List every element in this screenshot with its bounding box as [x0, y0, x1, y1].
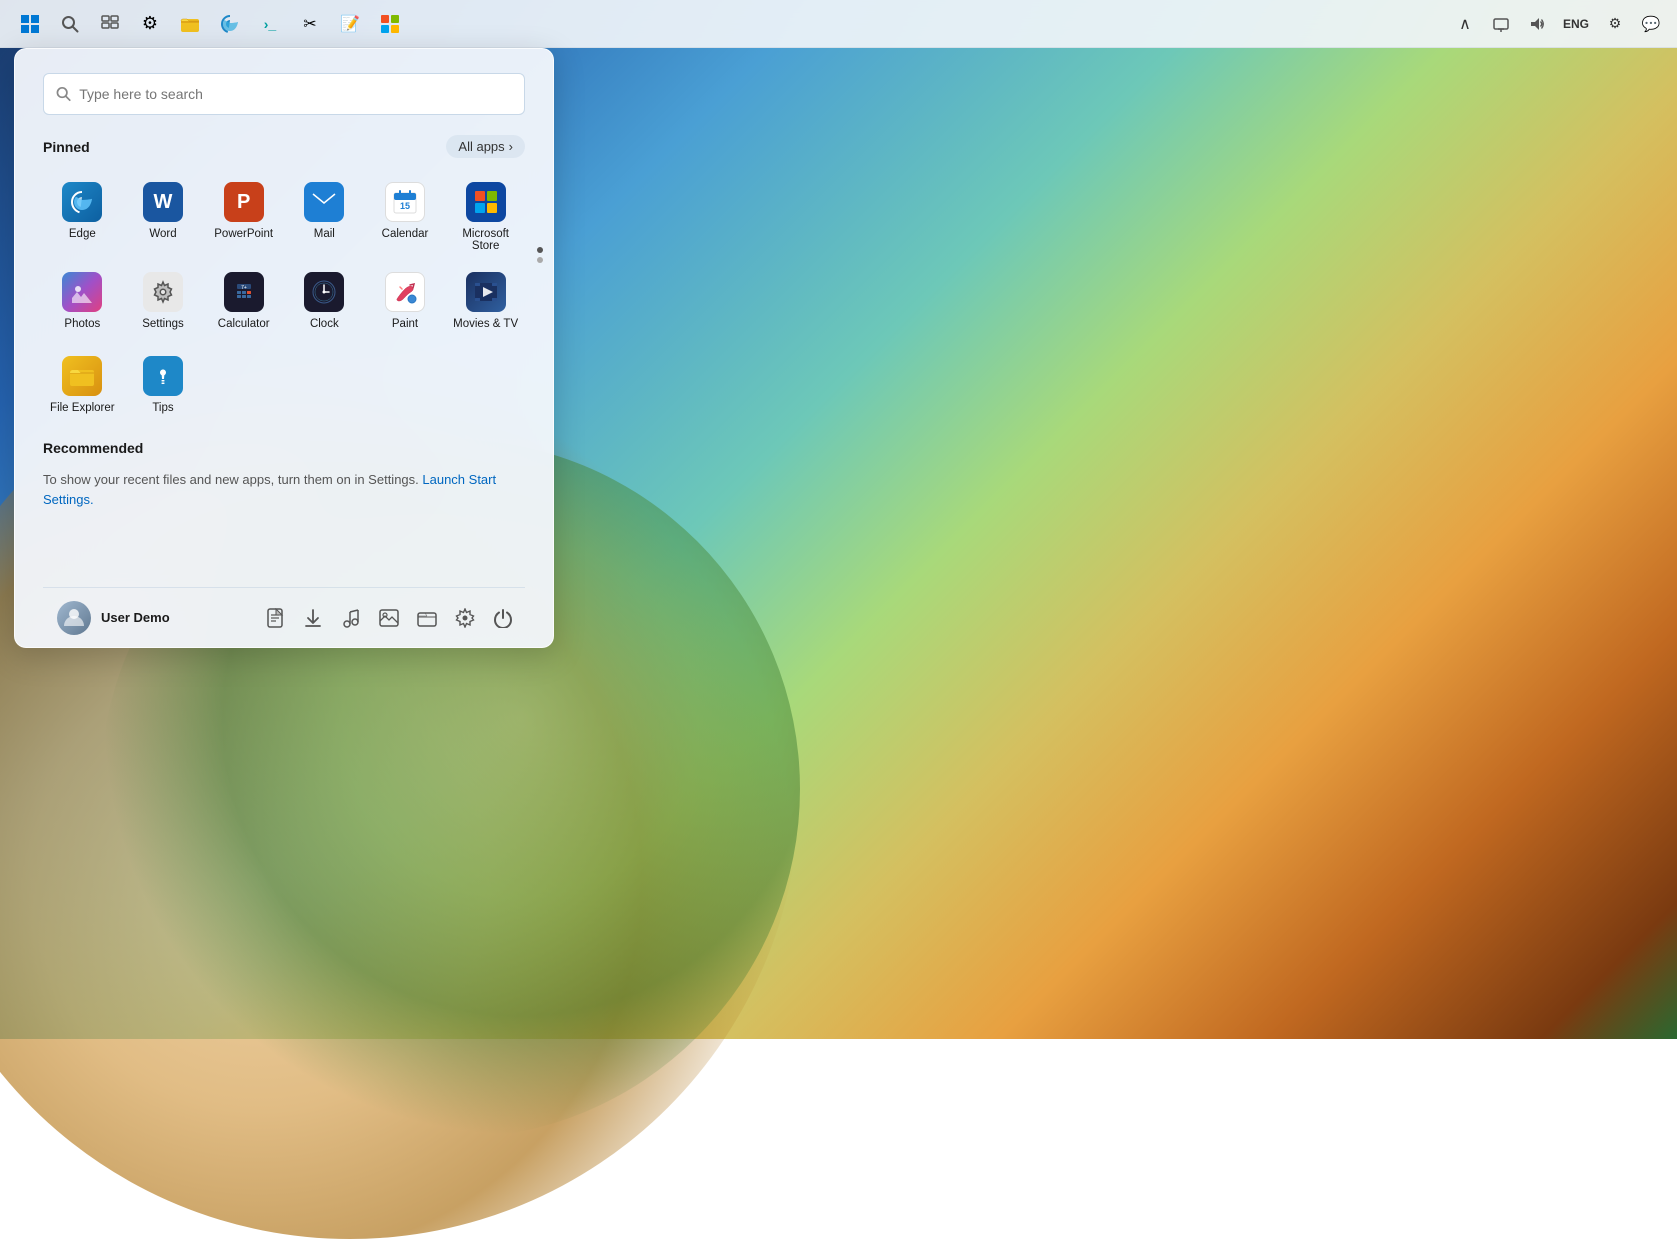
pictures-button[interactable] [371, 600, 407, 636]
taskbar: ⚙ ›_ ✂ 📝 ∧ [0, 0, 1677, 48]
movies-icon [466, 272, 506, 312]
edge-taskbar-button[interactable] [212, 6, 248, 42]
calendar-icon: 15 [385, 182, 425, 222]
search-taskbar-button[interactable] [52, 6, 88, 42]
paint-label: Paint [392, 318, 418, 330]
settings-label: Settings [142, 318, 184, 330]
settings-taskbar-button[interactable]: ⚙ [132, 6, 168, 42]
music-button[interactable] [333, 600, 369, 636]
start-menu: Pinned All apps › Edge W Word P P [14, 48, 554, 648]
app-clock[interactable]: Clock [285, 262, 364, 338]
calculator-icon: 7+ [224, 272, 264, 312]
file-explorer-label: File Explorer [50, 402, 115, 414]
app-store[interactable]: Microsoft Store [446, 172, 525, 260]
store-label: Microsoft Store [452, 228, 519, 252]
search-icon [56, 86, 71, 102]
downloads-button[interactable] [295, 600, 331, 636]
store-taskbar-button[interactable] [372, 6, 408, 42]
documents-button[interactable] [257, 600, 293, 636]
photos-icon [62, 272, 102, 312]
power-button[interactable] [485, 600, 521, 636]
recommended-description: To show your recent files and new apps, … [43, 472, 419, 487]
app-settings[interactable]: Settings [124, 262, 203, 338]
terminal-taskbar-button[interactable]: ›_ [252, 6, 288, 42]
start-menu-bottom: User Demo [43, 587, 525, 647]
taskbar-left: ⚙ ›_ ✂ 📝 [12, 6, 408, 42]
taskbar-settings-right[interactable]: ⚙ [1601, 10, 1629, 38]
settings-icon [143, 272, 183, 312]
settings-bottom-button[interactable] [447, 600, 483, 636]
user-name: User Demo [101, 610, 170, 625]
mail-icon [304, 182, 344, 222]
notepad-taskbar-button[interactable]: 📝 [332, 6, 368, 42]
pinned-title: Pinned [43, 139, 90, 155]
pinned-header: Pinned All apps › [43, 135, 525, 158]
start-button[interactable] [12, 6, 48, 42]
app-photos[interactable]: Photos [43, 262, 122, 338]
edge-label: Edge [69, 228, 96, 240]
calculator-label: Calculator [218, 318, 270, 330]
taskbar-chevron[interactable]: ∧ [1451, 10, 1479, 38]
app-paint[interactable]: Paint [366, 262, 445, 338]
all-apps-button[interactable]: All apps › [446, 135, 525, 158]
user-section[interactable]: User Demo [47, 595, 180, 641]
movies-label: Movies & TV [453, 318, 518, 330]
store-icon [466, 182, 506, 222]
search-bar[interactable] [43, 73, 525, 115]
svg-text:7+: 7+ [241, 285, 247, 291]
calendar-label: Calendar [382, 228, 429, 240]
taskbar-right: ∧ ENG ⚙ 💬 [1451, 10, 1665, 38]
app-mail[interactable]: Mail [285, 172, 364, 260]
snip-taskbar-button[interactable]: ✂ [292, 6, 328, 42]
clock-label: Clock [310, 318, 339, 330]
app-file-explorer[interactable]: File Explorer [43, 346, 122, 422]
word-label: Word [149, 228, 176, 240]
mail-label: Mail [314, 228, 335, 240]
taskbar-volume[interactable] [1523, 10, 1551, 38]
taskbar-network[interactable] [1487, 10, 1515, 38]
user-avatar [57, 601, 91, 635]
recommended-text: To show your recent files and new apps, … [43, 470, 525, 509]
app-movies[interactable]: Movies & TV [446, 262, 525, 338]
app-word[interactable]: W Word [124, 172, 203, 260]
user-folder-button[interactable] [409, 600, 445, 636]
all-apps-chevron: › [509, 139, 513, 154]
powerpoint-label: PowerPoint [214, 228, 273, 240]
pagination-dots [537, 247, 543, 263]
file-explorer-icon [62, 356, 102, 396]
all-apps-label: All apps [458, 139, 504, 154]
word-icon: W [143, 182, 183, 222]
tips-icon [143, 356, 183, 396]
tips-label: Tips [152, 402, 173, 414]
app-edge[interactable]: Edge [43, 172, 122, 260]
pinned-apps-grid: Edge W Word P PowerPoint Mail [43, 172, 525, 338]
recommended-header: Recommended [43, 440, 525, 456]
paint-icon [385, 272, 425, 312]
svg-text:15: 15 [400, 201, 410, 211]
recommended-title: Recommended [43, 440, 143, 456]
photos-label: Photos [64, 318, 100, 330]
edge-icon [62, 182, 102, 222]
clock-icon [304, 272, 344, 312]
taskbar-language[interactable]: ENG [1559, 10, 1593, 38]
explorer-taskbar-button[interactable] [172, 6, 208, 42]
search-input[interactable] [79, 86, 512, 102]
app-calculator[interactable]: 7+ Calculator [204, 262, 283, 338]
bottom-actions [257, 600, 521, 636]
app-powerpoint[interactable]: P PowerPoint [204, 172, 283, 260]
task-view-button[interactable] [92, 6, 128, 42]
app-tips[interactable]: Tips [124, 346, 203, 422]
pinned-apps-row3: File Explorer Tips [43, 346, 525, 422]
powerpoint-icon: P [224, 182, 264, 222]
app-calendar[interactable]: 15 Calendar [366, 172, 445, 260]
taskbar-notification[interactable]: 💬 [1637, 10, 1665, 38]
recommended-section: Recommended To show your recent files an… [43, 440, 525, 509]
